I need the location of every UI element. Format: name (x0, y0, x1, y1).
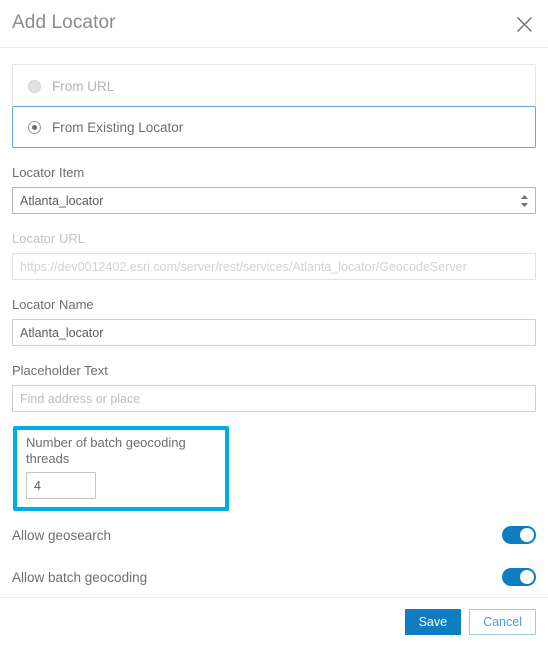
cancel-button[interactable]: Cancel (469, 608, 536, 635)
add-locator-dialog: Add Locator From URL From Existing Locat… (0, 0, 548, 645)
dialog-body: From URL From Existing Locator Locator I… (0, 64, 548, 595)
batch-threads-label: Number of batch geocoding threads (26, 435, 186, 466)
close-button[interactable] (510, 10, 538, 38)
radio-selected-icon (28, 120, 41, 134)
locator-name-label: Locator Name (12, 297, 94, 312)
radio-option-label: From Existing Locator (52, 119, 184, 135)
locator-item-select-wrap: Atlanta_locator (12, 187, 536, 214)
radio-option-from-existing-locator[interactable]: From Existing Locator (12, 106, 536, 148)
field-locator-item: Locator Item Atlanta_locator (12, 165, 536, 214)
toggle-row-allow-geosearch: Allow geosearch (12, 517, 536, 553)
locator-url-input[interactable] (12, 253, 536, 280)
radio-option-from-url[interactable]: From URL (13, 65, 535, 107)
page-title: Add Locator (12, 12, 116, 33)
locator-item-label: Locator Item (12, 165, 85, 180)
toggle-knob-icon (520, 570, 534, 584)
locator-source-radio-group: From URL From Existing Locator (12, 64, 536, 148)
locator-name-input[interactable] (12, 319, 536, 346)
placeholder-text-label: Placeholder Text (12, 363, 108, 378)
toggle-knob-icon (520, 528, 534, 542)
field-locator-name: Locator Name (12, 297, 536, 346)
allow-batch-geocoding-label: Allow batch geocoding (12, 569, 148, 585)
allow-geosearch-toggle[interactable] (502, 526, 536, 544)
placeholder-text-input[interactable] (12, 385, 536, 412)
allow-batch-geocoding-toggle[interactable] (502, 568, 536, 586)
locator-item-select[interactable]: Atlanta_locator (12, 187, 536, 214)
radio-option-label: From URL (52, 78, 115, 94)
toggle-row-allow-batch-geocoding: Allow batch geocoding (12, 559, 536, 595)
dialog-footer: Save Cancel (0, 597, 548, 645)
allow-geosearch-label: Allow geosearch (12, 527, 112, 543)
batch-threads-highlight-annotation: Number of batch geocoding threads (13, 426, 229, 511)
locator-url-label: Locator URL (12, 231, 85, 246)
field-placeholder-text: Placeholder Text (12, 363, 536, 412)
locator-item-selected-value: Atlanta_locator (20, 193, 104, 208)
dialog-header: Add Locator (0, 0, 548, 48)
radio-unselected-icon (28, 79, 41, 93)
field-locator-url: Locator URL (12, 231, 536, 280)
batch-threads-input[interactable] (26, 472, 96, 499)
close-icon (516, 16, 532, 32)
save-button[interactable]: Save (404, 608, 462, 635)
